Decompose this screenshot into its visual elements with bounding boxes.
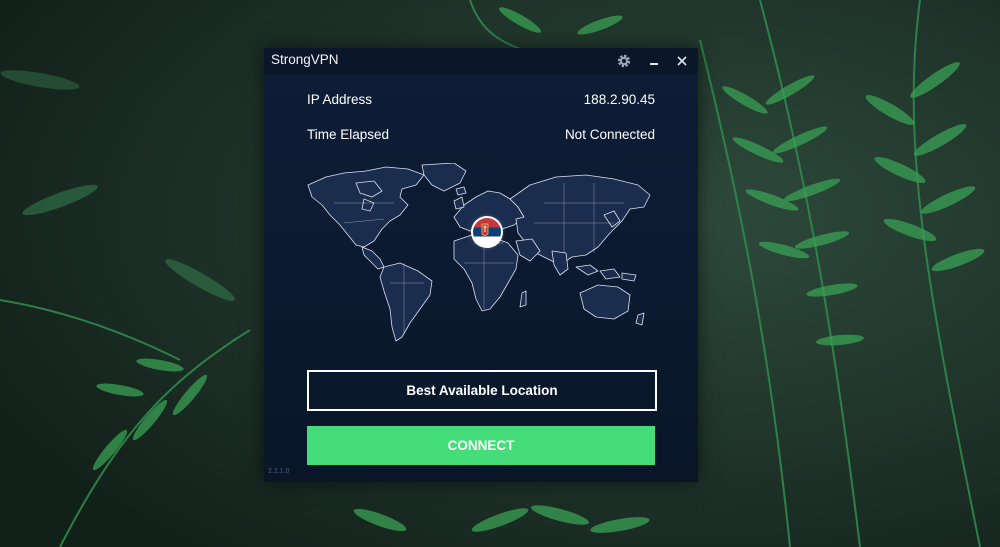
connect-button[interactable]: CONNECT [307, 426, 655, 465]
time-elapsed-label: Time Elapsed [307, 127, 390, 142]
time-elapsed-row: Time Elapsed Not Connected [307, 127, 655, 145]
app-title: StrongVPN [271, 52, 339, 67]
gear-icon[interactable] [615, 52, 633, 70]
minimize-icon[interactable] [645, 52, 663, 70]
vpn-app-window: StrongVPN IP Address 188.2.90.45 Time El… [264, 48, 698, 482]
ip-address-row: IP Address 188.2.90.45 [307, 92, 655, 110]
time-elapsed-value: Not Connected [564, 127, 655, 142]
version-label: 2.2.1.0 [268, 468, 290, 475]
world-map [304, 163, 658, 343]
ip-address-label: IP Address [307, 92, 373, 107]
serbia-flag-icon [473, 218, 501, 246]
close-icon[interactable] [673, 52, 691, 70]
best-location-button[interactable]: Best Available Location [307, 370, 657, 411]
titlebar: StrongVPN [264, 48, 698, 74]
ip-address-value: 188.2.90.45 [583, 92, 655, 107]
